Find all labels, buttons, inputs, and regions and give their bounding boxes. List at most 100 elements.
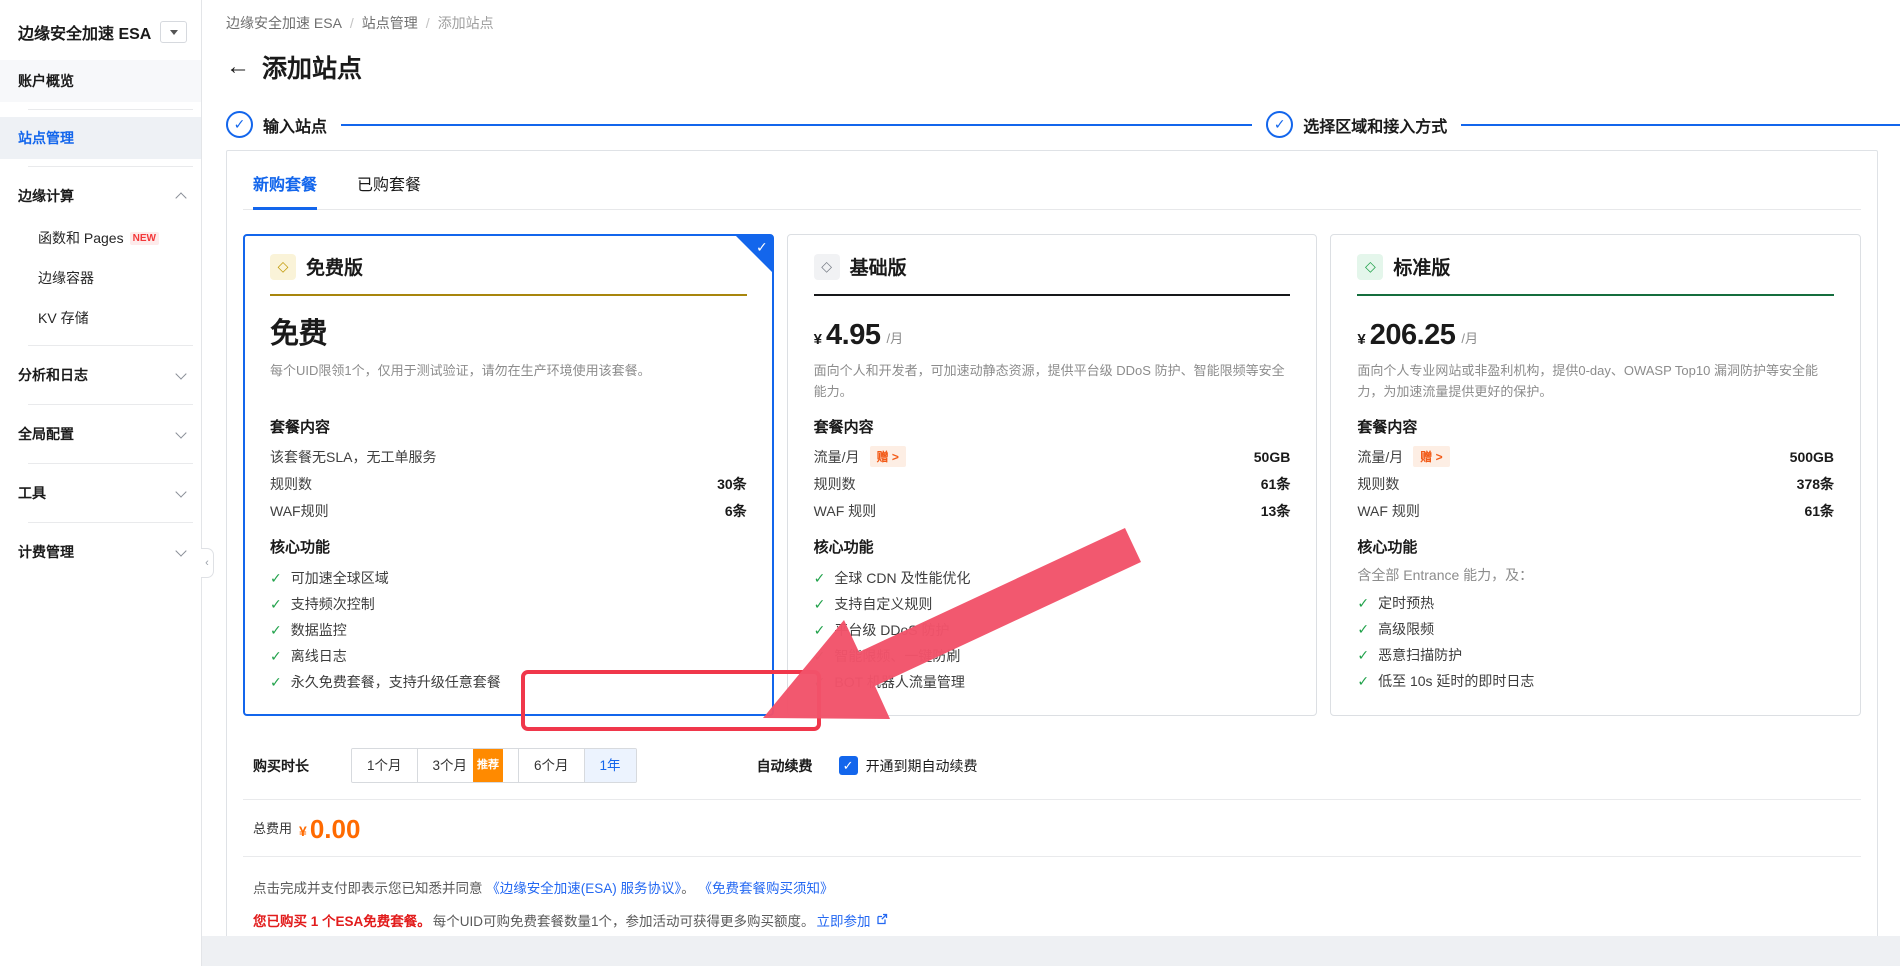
section-label-content: 套餐内容	[814, 416, 1291, 437]
sidebar-group-global-config[interactable]: 全局配置	[0, 412, 201, 456]
currency-symbol: ¥	[814, 331, 822, 352]
chevron-down-icon	[175, 368, 186, 379]
sidebar-item-kv-storage[interactable]: KV 存储	[0, 298, 201, 338]
duration-segmented-control: 1个月 3个月 推荐 6个月 1年	[351, 748, 637, 783]
plan-row: 规则数 30条	[270, 470, 747, 497]
feature-item: ✓平台级 DDoS 防护	[814, 617, 1291, 643]
auto-renew-label: 自动续费	[757, 756, 813, 776]
duration-option-3month[interactable]: 3个月 推荐	[417, 749, 519, 782]
step2-check-icon: ✓	[1266, 111, 1293, 138]
plan-row: WAF 规则 13条	[814, 497, 1291, 524]
breadcrumb-item-site-management[interactable]: 站点管理	[362, 13, 418, 33]
feature-item: ✓支持频次控制	[270, 591, 747, 617]
feature-item: ✓永久免费套餐，支持升级任意套餐	[270, 669, 747, 695]
sidebar-item-functions-pages[interactable]: 函数和 Pages NEW	[0, 218, 201, 258]
price-unit: /月	[1461, 328, 1478, 352]
section-label-content: 套餐内容	[270, 416, 747, 437]
plan-badge-icon: ◇	[1357, 254, 1383, 280]
duration-option-1year[interactable]: 1年	[584, 749, 636, 782]
check-icon: ✓	[1357, 621, 1369, 638]
bottom-band	[202, 936, 1900, 966]
plan-description: 面向个人和开发者，可加速动静态资源，提供平台级 DDoS 防护、智能限频等安全能…	[814, 360, 1291, 404]
auto-renew-text: 开通到期自动续费	[866, 756, 978, 776]
divider	[28, 345, 193, 346]
plan-card-free[interactable]: ✓ ◇ 免费版 免费 每个UID限领1个，仅用于测试验证，请勿在生产环境使用该套…	[243, 234, 774, 716]
feature-item: ✓高级限频	[1357, 616, 1834, 642]
feature-item: ✓BOT 机器人流量管理	[814, 669, 1291, 695]
section-label-core: 核心功能	[814, 536, 1291, 557]
plan-row: 该套餐无SLA，无工单服务	[270, 443, 747, 470]
plan-name: 标准版	[1393, 253, 1450, 280]
sidebar-group-tools[interactable]: 工具	[0, 471, 201, 515]
plan-row: 流量/月 赠 > 50GB	[814, 443, 1291, 470]
plan-badge-icon: ◇	[270, 254, 296, 280]
sidebar-item-edge-container[interactable]: 边缘容器	[0, 258, 201, 298]
plan-card-basic[interactable]: ◇ 基础版 ¥ 4.95 /月 面向个人和开发者，可加速动静态资源，提供平台级 …	[787, 234, 1318, 716]
sidebar-group-edge-compute[interactable]: 边缘计算	[0, 174, 201, 218]
product-switcher-button[interactable]	[160, 21, 187, 43]
check-icon: ✓	[1357, 647, 1369, 664]
total-amount: 0.00	[310, 816, 361, 842]
plan-price: 4.95	[826, 319, 880, 352]
total-currency: ¥	[299, 823, 307, 842]
check-icon: ✓	[814, 648, 826, 665]
chevron-down-icon	[175, 486, 186, 497]
plan-name: 免费版	[306, 253, 363, 280]
divider	[270, 294, 747, 296]
duration-option-1month[interactable]: 1个月	[352, 749, 417, 782]
check-icon: ✓	[270, 570, 282, 587]
chevron-up-icon	[175, 192, 186, 203]
chevron-down-icon	[175, 427, 186, 438]
feature-item: ✓数据监控	[270, 617, 747, 643]
purchase-duration-row: 购买时长 1个月 3个月 推荐 6个月 1年 自动续费 ✓ 开通到期自动续费	[243, 748, 1861, 783]
plan-price: 免费	[270, 310, 327, 352]
chevron-down-icon	[170, 30, 178, 35]
breadcrumb-item-esa[interactable]: 边缘安全加速 ESA	[226, 13, 342, 33]
tab-purchased-plan[interactable]: 已购套餐	[357, 171, 421, 209]
divider	[1357, 294, 1834, 296]
sidebar-collapse-handle[interactable]: ‹	[201, 548, 214, 578]
external-link-icon	[876, 913, 888, 928]
gift-badge[interactable]: 赠 >	[870, 446, 906, 467]
plan-card-standard[interactable]: ◇ 标准版 ¥ 206.25 /月 面向个人专业网站或非盈利机构，提供0-day…	[1330, 234, 1861, 716]
join-activity-link[interactable]: 立即参加	[817, 910, 871, 930]
currency-symbol: ¥	[1357, 331, 1365, 352]
step-connector	[1461, 124, 1900, 126]
purchase-duration-label: 购买时长	[253, 756, 309, 776]
product-title: 边缘安全加速 ESA	[18, 20, 151, 44]
new-badge: NEW	[130, 232, 159, 245]
plan-price: 206.25	[1370, 319, 1456, 352]
divider	[28, 404, 193, 405]
auto-renew-checkbox[interactable]: ✓	[839, 756, 858, 775]
tab-new-plan[interactable]: 新购套餐	[253, 171, 317, 210]
recommended-badge: 推荐	[473, 748, 503, 783]
gift-badge[interactable]: 赠 >	[1413, 446, 1449, 467]
plan-row: WAF规则 6条	[270, 497, 747, 524]
check-icon: ✓	[814, 570, 826, 587]
sidebar-group-billing[interactable]: 计费管理	[0, 530, 201, 574]
step-connector	[341, 124, 1252, 126]
plan-row: 规则数 61条	[814, 470, 1291, 497]
breadcrumb-item-current: 添加站点	[438, 13, 494, 33]
total-label: 总费用	[253, 818, 292, 842]
purchase-notice: 您已购买 1 个ESA免费套餐。 每个UID可购免费套餐数量1个，参加活动可获得…	[243, 910, 1861, 930]
plan-tabs: 新购套餐 已购套餐	[243, 151, 1861, 210]
duration-option-6month[interactable]: 6个月	[518, 749, 584, 782]
step1-check-icon: ✓	[226, 111, 253, 138]
sidebar-group-analytics-logs[interactable]: 分析和日志	[0, 353, 201, 397]
check-icon: ✓	[1357, 595, 1369, 612]
check-icon: ✓	[814, 622, 826, 639]
service-agreement-link[interactable]: 《边缘安全加速(ESA) 服务协议》	[486, 881, 681, 896]
plan-selection-panel: 新购套餐 已购套餐 ✓ ◇ 免费版 免费 每个UID限领1个，仅用于测试验	[226, 150, 1878, 966]
plan-description: 面向个人专业网站或非盈利机构，提供0-day、OWASP Top10 漏洞防护等…	[1357, 360, 1834, 404]
divider	[28, 522, 193, 523]
back-arrow-icon[interactable]: ←	[226, 55, 250, 79]
check-icon: ✓	[814, 674, 826, 691]
step2-label: 选择区域和接入方式	[1303, 113, 1447, 137]
feature-item: ✓智能限频、一键防刷	[814, 643, 1291, 669]
agreement-text: 点击完成并支付即表示您已知悉并同意 《边缘安全加速(ESA) 服务协议》。 《免…	[243, 877, 1861, 897]
free-plan-notes-link[interactable]: 《免费套餐购买须知》	[699, 881, 834, 896]
sidebar-item-site-management[interactable]: 站点管理	[0, 117, 201, 159]
section-label-core: 核心功能	[270, 536, 747, 557]
sidebar-item-account-overview[interactable]: 账户概览	[0, 60, 201, 102]
